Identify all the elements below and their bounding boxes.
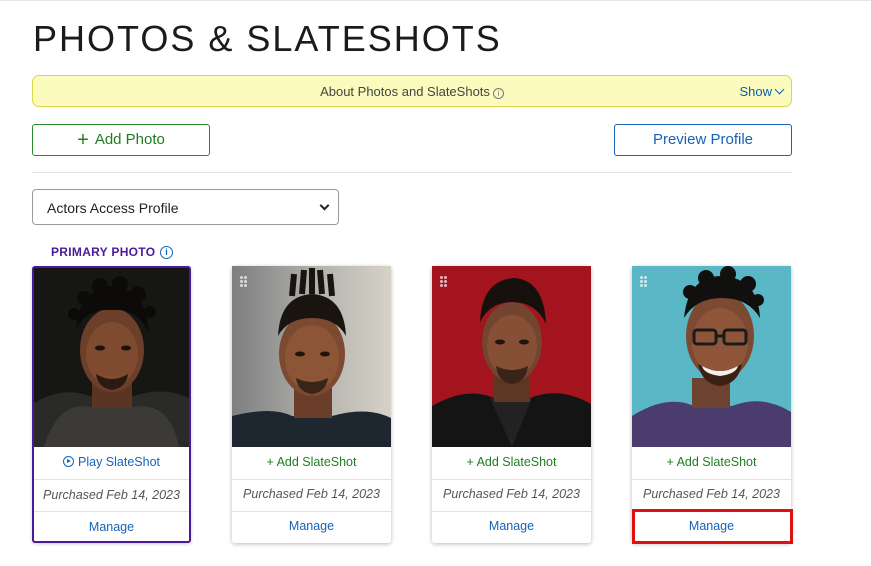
add-slateshot-link[interactable]: + Add SlateShot [432, 455, 591, 469]
card-divider [232, 479, 391, 480]
info-icon[interactable]: i [160, 246, 173, 259]
profile-select-value: Actors Access Profile [47, 200, 179, 216]
manage-highlight-box [632, 509, 793, 544]
info-icon: i [492, 88, 504, 99]
profile-select[interactable]: Actors Access Profile [32, 189, 339, 225]
photo-card: + Add SlateShot Purchased Feb 14, 2023 M… [232, 266, 391, 543]
plus-icon: + [77, 129, 89, 151]
photo-card: + Add SlateShot Purchased Feb 14, 2023 M… [632, 266, 791, 543]
purchased-date: Purchased Feb 14, 2023 [43, 488, 180, 502]
play-slateshot-link[interactable]: Play SlateShot [34, 455, 189, 469]
about-show-label: Show [739, 84, 772, 99]
play-circle-icon [63, 456, 74, 467]
card-divider [632, 479, 791, 480]
play-slateshot-label: Play SlateShot [78, 455, 160, 469]
headshot-photo[interactable] [232, 266, 391, 447]
add-slateshot-link[interactable]: + Add SlateShot [232, 455, 391, 469]
card-divider [34, 479, 189, 480]
page-title: PHOTOS & SLATESHOTS [33, 18, 502, 59]
chevron-down-icon [319, 200, 330, 211]
chevron-down-icon [774, 84, 785, 95]
purchased-date: Purchased Feb 14, 2023 [243, 487, 380, 501]
card-divider [432, 511, 591, 512]
about-banner-text: About Photos and SlateShots i [33, 84, 791, 99]
manage-link[interactable]: Manage [432, 519, 591, 533]
add-slateshot-link[interactable]: + Add SlateShot [632, 455, 791, 469]
manage-link[interactable]: Manage [34, 520, 189, 534]
photo-card-primary: Play SlateShot Purchased Feb 14, 2023 Ma… [32, 266, 191, 543]
headshot-photo[interactable] [432, 266, 591, 447]
card-divider [232, 511, 391, 512]
card-divider [34, 511, 189, 512]
about-show-toggle[interactable]: Show [739, 84, 785, 99]
purchased-date: Purchased Feb 14, 2023 [643, 487, 780, 501]
card-divider [432, 479, 591, 480]
headshot-photo[interactable] [34, 268, 189, 447]
headshot-photo[interactable] [632, 266, 791, 447]
preview-profile-label: Preview Profile [652, 131, 754, 148]
purchased-date: Purchased Feb 14, 2023 [443, 487, 580, 501]
preview-profile-button[interactable]: Preview Profile [614, 124, 792, 156]
add-photo-label: Add Photo [94, 131, 165, 148]
add-photo-button[interactable]: + Add Photo [32, 124, 210, 156]
primary-photo-label: PRIMARY PHOTO [51, 245, 156, 259]
top-rule [0, 0, 871, 1]
about-banner-label: About Photos and SlateShots [320, 84, 490, 99]
about-banner[interactable]: About Photos and SlateShots i Show [32, 75, 792, 107]
manage-link[interactable]: Manage [232, 519, 391, 533]
photo-card: + Add SlateShot Purchased Feb 14, 2023 M… [432, 266, 591, 543]
divider [32, 172, 792, 173]
